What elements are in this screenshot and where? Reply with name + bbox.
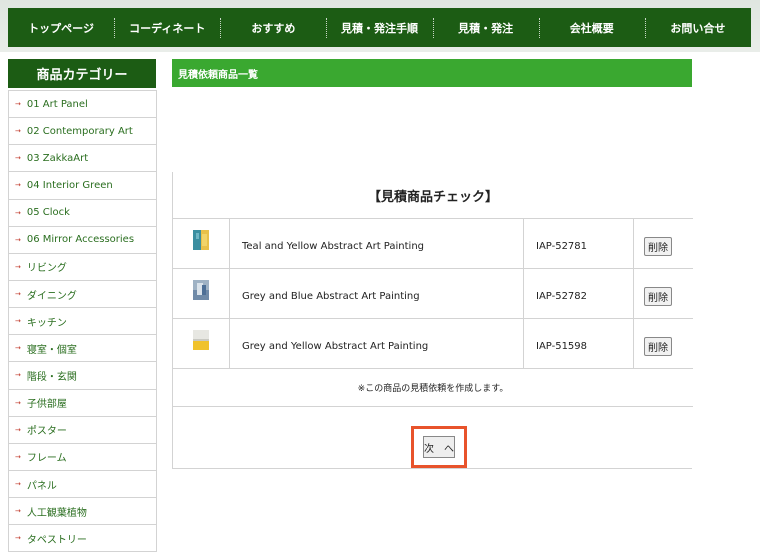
product-code: IAP-51598: [524, 319, 634, 368]
thumb-cell: [173, 319, 230, 368]
category-label: 04 Interior Green: [26, 179, 113, 191]
category-item[interactable]: → ダイニング: [9, 279, 156, 308]
arrow-icon: →: [15, 534, 21, 543]
arrow-icon: →: [15, 290, 21, 299]
category-item[interactable]: → 05 Clock: [9, 198, 156, 226]
category-label: ポスター: [26, 426, 67, 438]
table-row: Teal and Yellow Abstract Art Painting IA…: [173, 218, 693, 268]
category-item[interactable]: → 階段・玄関: [9, 361, 156, 389]
category-label: 人工観葉植物: [26, 507, 87, 519]
category-label: 03 ZakkaArt: [26, 152, 89, 164]
arrow-icon: →: [15, 371, 21, 380]
category-label: 02 Contemporary Art: [26, 125, 133, 137]
table-row: Grey and Blue Abstract Art Painting IAP-…: [173, 268, 693, 318]
category-item[interactable]: → 01 Art Panel: [9, 90, 156, 118]
product-name: Grey and Blue Abstract Art Painting: [230, 269, 524, 318]
check-title: 【見積商品チェック】: [367, 189, 498, 205]
category-label: 子供部屋: [26, 399, 67, 411]
nav-item-company[interactable]: 会社概要: [538, 8, 645, 47]
table-row: Grey and Yellow Abstract Art Painting IA…: [173, 318, 693, 368]
category-item[interactable]: → 02 Contemporary Art: [9, 117, 156, 145]
nav-item-quote-order[interactable]: 見積・発注: [432, 8, 539, 47]
delete-cell: 削除: [634, 319, 692, 368]
arrow-icon: →: [15, 208, 21, 217]
category-item[interactable]: → パネル: [9, 469, 156, 498]
delete-button[interactable]: 削除: [644, 337, 672, 356]
arrow-icon: →: [15, 480, 21, 489]
product-name: Teal and Yellow Abstract Art Painting: [230, 219, 524, 268]
teal-yellow-painting-thumbnail-icon[interactable]: [193, 230, 209, 250]
thumb-cell: [173, 269, 230, 318]
arrow-icon: →: [15, 154, 21, 163]
grey-blue-painting-thumbnail-icon[interactable]: [193, 280, 209, 300]
nav-item-top[interactable]: トップページ: [8, 8, 114, 47]
arrow-icon: →: [15, 127, 21, 136]
product-code: IAP-52781: [524, 219, 634, 268]
delete-cell: 削除: [634, 219, 692, 268]
category-item[interactable]: → 04 Interior Green: [9, 171, 156, 199]
main-nav: トップページ コーディネート おすすめ 見積・発注手順 見積・発注 会社概要 お…: [8, 8, 751, 47]
arrow-icon: →: [15, 235, 21, 244]
arrow-icon: →: [15, 425, 21, 434]
category-item[interactable]: → 寝室・個室: [9, 334, 156, 362]
delete-button[interactable]: 削除: [644, 237, 672, 256]
grey-yellow-painting-thumbnail-icon[interactable]: [193, 330, 209, 350]
arrow-icon: →: [15, 100, 21, 109]
nav-item-coordinate[interactable]: コーディネート: [114, 8, 220, 47]
category-list: → 01 Art Panel → 02 Contemporary Art → 03 Z…: [8, 90, 157, 553]
product-code: IAP-52782: [524, 269, 634, 318]
next-button-highlight: 次 へ: [411, 426, 467, 468]
category-item[interactable]: → 子供部屋: [9, 388, 156, 416]
category-item[interactable]: → リビング: [9, 252, 156, 280]
category-label: ダイニング: [26, 290, 77, 302]
category-item[interactable]: → 03 ZakkaArt: [9, 144, 156, 172]
product-name: Grey and Yellow Abstract Art Painting: [230, 319, 524, 368]
category-header: 商品カテゴリー: [8, 59, 156, 88]
category-label: 06 Mirror Accessories: [26, 234, 135, 246]
category-label: 寝室・個室: [26, 344, 77, 356]
nav-item-recommended[interactable]: おすすめ: [220, 8, 326, 47]
quote-check-panel: 【見積商品チェック】 Teal and Yellow Abstract Art …: [172, 172, 693, 469]
arrow-icon: →: [15, 262, 21, 271]
next-button[interactable]: 次 へ: [423, 436, 455, 458]
nav-item-contact[interactable]: お問い合せ: [644, 8, 751, 47]
section-title: 見積依頼商品一覧: [172, 59, 692, 87]
category-label: 05 Clock: [26, 207, 70, 219]
category-item[interactable]: → 人工観葉植物: [9, 497, 156, 525]
arrow-icon: →: [15, 452, 21, 461]
delete-cell: 削除: [634, 269, 692, 318]
category-label: 階段・玄関: [26, 371, 77, 383]
category-label: タペストリー: [26, 534, 87, 546]
category-item[interactable]: → ポスター: [9, 415, 156, 443]
category-label: キッチン: [26, 317, 67, 329]
category-item[interactable]: → フレーム: [9, 442, 156, 470]
category-label: フレーム: [26, 453, 67, 465]
delete-button[interactable]: 削除: [644, 287, 672, 306]
arrow-icon: →: [15, 317, 21, 326]
category-item[interactable]: → タペストリー: [9, 524, 156, 552]
thumb-cell: [173, 219, 230, 268]
arrow-icon: →: [15, 398, 21, 407]
quote-note: ※この商品の見積依頼を作成します。: [173, 368, 693, 407]
category-item[interactable]: → 06 Mirror Accessories: [9, 225, 156, 253]
arrow-icon: →: [15, 507, 21, 516]
category-label: 01 Art Panel: [26, 98, 88, 110]
arrow-icon: →: [15, 181, 21, 190]
category-item[interactable]: → キッチン: [9, 307, 156, 335]
nav-item-quote-procedure[interactable]: 見積・発注手順: [326, 8, 432, 47]
arrow-icon: →: [15, 344, 21, 353]
category-label: パネル: [26, 480, 57, 492]
category-label: リビング: [26, 263, 67, 275]
